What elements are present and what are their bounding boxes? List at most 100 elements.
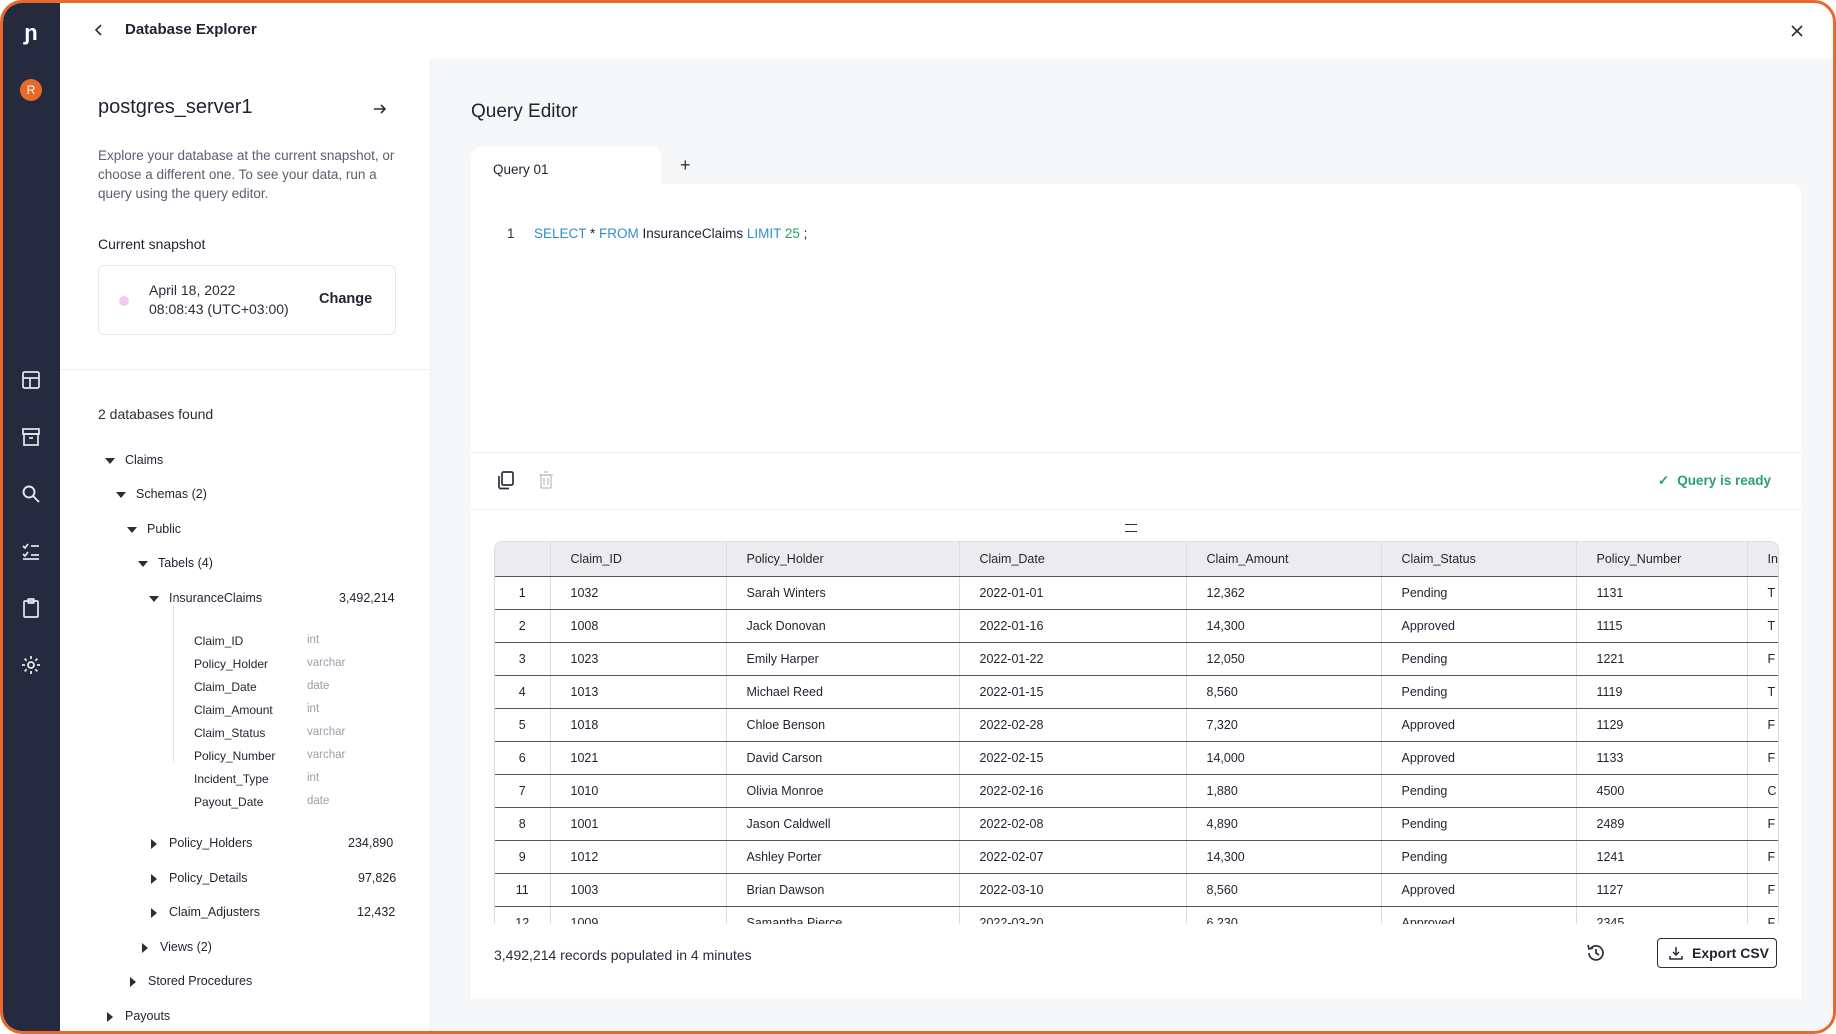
table-row[interactable]: 8 1001 Jason Caldwell 2022-02-08 4,890 Pendin… [495,807,1778,841]
column-header[interactable]: Claim_Amount [1186,542,1382,577]
archive-icon[interactable] [19,425,43,449]
column-header[interactable]: Claim_Status [1381,542,1577,577]
column-name[interactable]: Claim_Date [194,680,257,694]
add-tab-icon[interactable]: + [680,155,691,176]
table-cell: 1241 [1576,840,1748,874]
results-panel: Claim_ID Policy_Holder Claim_Date Claim_… [471,510,1801,999]
tree-item-insurance-claims[interactable]: InsuranceClaims [149,591,262,605]
results-resize-handle[interactable] [1125,524,1137,532]
sql-token: ; [799,226,808,241]
table-cell: 1127 [1576,873,1748,907]
settings-icon[interactable] [19,653,43,677]
column-name[interactable]: Claim_Status [194,726,265,740]
arrow-right-icon[interactable] [370,99,390,119]
table-cell: F [1747,807,1778,841]
column-type: date [307,795,330,807]
tree-item-public[interactable]: Public [127,522,181,536]
table-cell: Emily Harper [726,642,960,676]
tree-item-tables[interactable]: Tabels (4) [138,556,213,570]
table-row[interactable]: 11 1003 Brian Dawson 2022-03-10 8,560 Approve… [495,873,1778,907]
caret-down-icon [105,457,115,464]
table-cell: F [1747,741,1778,775]
table-cell: 12,050 [1186,642,1382,676]
table-cell: T [1747,576,1778,610]
export-csv-button[interactable]: Export CSV [1657,938,1777,968]
sql-editor[interactable]: 1 SELECT * FROM InsuranceClaims LIMIT 25… [471,184,1801,453]
table-count: 234,890 [348,836,394,850]
column-name[interactable]: Policy_Number [194,749,275,763]
column-type: int [307,634,320,646]
table-count: 97,826 [358,871,397,885]
search-icon[interactable] [19,482,43,506]
clipboard-icon[interactable] [19,596,43,620]
column-name[interactable]: Payout_Date [194,795,263,809]
row-index: 11 [495,873,551,907]
tree-item-views[interactable]: Views (2) [142,940,212,954]
column-name[interactable]: Incident_Type [194,772,269,786]
checklist-icon[interactable] [19,539,43,563]
user-avatar[interactable]: R [20,79,42,101]
table-row[interactable]: 5 1018 Chloe Benson 2022-02-28 7,320 Approved… [495,708,1778,742]
query-status-text: Query is ready [1677,473,1771,488]
table-cell: Pending [1381,807,1577,841]
sql-number: 25 [781,226,800,241]
column-type: date [307,680,330,692]
column-type: int [307,772,320,784]
table-cell: Pending [1381,774,1577,808]
snapshot-card: April 18, 2022 08:08:43 (UTC+03:00) Chan… [98,265,396,335]
table-row[interactable]: 7 1010 Olivia Monroe 2022-02-16 1,880 Pending… [495,774,1778,808]
table-row[interactable]: 9 1012 Ashley Porter 2022-02-07 14,300 Pendin… [495,840,1778,874]
history-icon[interactable] [1585,942,1607,964]
table-cell: F [1747,840,1778,874]
table-cell: 1012 [550,840,727,874]
table-row[interactable]: 3 1023 Emily Harper 2022-01-22 12,050 Pending… [495,642,1778,676]
back-chevron-icon[interactable] [90,21,108,39]
table-cell: 2022-02-07 [959,840,1187,874]
tree-item-claims[interactable]: Claims [105,453,163,467]
table-cell: 8,560 [1186,675,1382,709]
row-index: 8 [495,807,551,841]
column-header[interactable]: Policy_Holder [726,542,960,577]
tree-item-policy-details[interactable]: Policy_Details [151,871,248,885]
tree-item-schemas[interactable]: Schemas (2) [116,487,207,501]
copy-icon[interactable] [495,469,517,491]
results-table-wrapper[interactable]: Claim_ID Policy_Holder Claim_Date Claim_… [494,541,1779,926]
app-logo[interactable]: ɲ [19,21,43,45]
trash-icon[interactable] [535,469,557,491]
table-row[interactable]: 4 1013 Michael Reed 2022-01-15 8,560 Pending 1… [495,675,1778,709]
table-cell: 2022-02-08 [959,807,1187,841]
column-header[interactable]: Claim_Date [959,542,1187,577]
tree-item-stored-procedures[interactable]: Stored Procedures [130,974,252,988]
table-cell: Pending [1381,576,1577,610]
column-name[interactable]: Claim_ID [194,634,243,648]
table-cell: T [1747,675,1778,709]
tab-label: Query 01 [493,162,549,177]
table-count: 12,432 [357,905,396,919]
table-cell: Approved [1381,741,1577,775]
change-snapshot-button[interactable]: Change [319,291,372,307]
tree-item-claim-adjusters[interactable]: Claim_Adjusters [151,905,260,919]
layout-icon[interactable] [19,368,43,392]
table-row[interactable]: 1 1032 Sarah Winters 2022-01-01 12,362 Pendin… [495,576,1778,610]
column-name[interactable]: Policy_Holder [194,657,268,671]
table-row[interactable]: 6 1021 David Carson 2022-02-15 14,000 Approve… [495,741,1778,775]
table-cell: T [1747,609,1778,643]
column-type: varchar [307,657,346,669]
column-name[interactable]: Claim_Amount [194,703,273,717]
header-index [495,542,551,577]
caret-right-icon [151,873,157,884]
table-cell: 1013 [550,675,727,709]
tree-item-policy-holders[interactable]: Policy_Holders [151,836,252,850]
sql-code[interactable]: SELECT * FROM InsuranceClaims LIMIT 25 ; [534,226,807,241]
table-row[interactable]: 2 1008 Jack Donovan 2022-01-16 14,300 Approve… [495,609,1778,643]
caret-down-icon [127,526,137,533]
table-cell: Olivia Monroe [726,774,960,808]
snapshot-time: 08:08:43 (UTC+03:00) [149,301,289,317]
column-header[interactable]: In [1747,542,1778,577]
tree-item-payouts[interactable]: Payouts [107,1009,170,1023]
tree-label: InsuranceClaims [169,591,263,605]
close-icon[interactable] [1787,21,1807,41]
row-index: 7 [495,774,551,808]
column-header[interactable]: Policy_Number [1576,542,1748,577]
column-header[interactable]: Claim_ID [550,542,727,577]
